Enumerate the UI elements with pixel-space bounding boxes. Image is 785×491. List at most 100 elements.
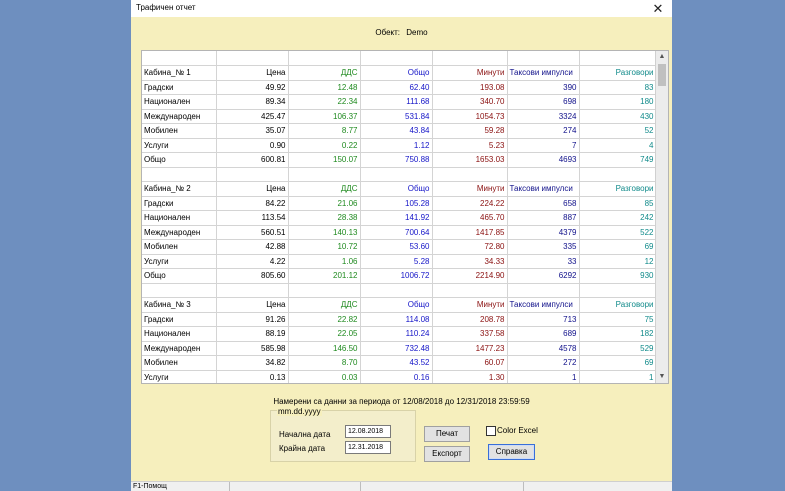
column-header: Общо — [360, 65, 433, 81]
column-header: Цена — [216, 181, 289, 197]
value-cell: 4 — [579, 138, 656, 153]
blank-row — [142, 283, 656, 298]
table-row[interactable]: Национален 113.54 28.38 141.92 465.70 887 242 — [142, 210, 656, 226]
help-report-button[interactable]: Справка — [488, 444, 535, 460]
row-label: Международен — [142, 109, 217, 124]
value-cell: 110.24 — [360, 326, 433, 342]
scroll-thumb[interactable] — [658, 64, 666, 86]
value-cell: 193.08 — [432, 80, 508, 95]
value-cell: 28.38 — [288, 210, 361, 226]
start-date-input[interactable]: 12.08.2018 — [345, 425, 391, 438]
value-cell: 689 — [507, 326, 580, 342]
column-header: ДДС — [288, 297, 361, 313]
title-bar: Трафичен отчет ✕ — [131, 0, 672, 17]
value-cell: 0.90 — [216, 138, 289, 153]
scroll-up-arrow-icon[interactable]: ▲ — [656, 51, 668, 63]
value-cell: 88.19 — [216, 326, 289, 342]
booth-header-row: Кабина_№ 2 Цена ДДС Общо Минути Таксови импул… — [142, 181, 656, 197]
table-row[interactable]: Градски 49.92 12.48 62.40 193.08 390 83 — [142, 80, 656, 95]
empty-cell — [142, 167, 217, 182]
report-grid[interactable]: Кабина_№ 1 Цена ДДС Общо Минути Таксови импул… — [141, 50, 669, 384]
status-divider — [523, 482, 524, 491]
row-label: Услуги — [142, 254, 217, 269]
row-label: Услуги — [142, 138, 217, 153]
table-row[interactable]: Международен 425.47 106.37 531.84 1054.73 332… — [142, 109, 656, 124]
value-cell: 658 — [507, 196, 580, 211]
table-row[interactable]: Услуги 0.13 0.03 0.16 1.30 1 1 — [142, 370, 656, 383]
value-cell: 10.72 — [288, 239, 361, 255]
color-excel-checkbox[interactable] — [486, 426, 496, 436]
value-cell: 700.64 — [360, 225, 433, 240]
empty-cell — [142, 283, 217, 298]
value-cell: 69 — [579, 239, 656, 255]
print-button[interactable]: Печат — [424, 426, 470, 442]
row-label: Международен — [142, 341, 217, 356]
row-label: Мобилен — [142, 123, 217, 139]
status-bar: F1-Помощ — [131, 481, 672, 491]
close-icon[interactable]: ✕ — [650, 0, 666, 17]
table-row[interactable]: Общо 805.60 201.12 1006.72 2214.90 6292 930 — [142, 268, 656, 284]
empty-cell — [507, 51, 580, 66]
table-row[interactable]: Мобилен 35.07 8.77 43.84 59.28 274 52 — [142, 123, 656, 139]
date-format-title: mm.dd.yyyy — [277, 407, 322, 416]
row-label: Общо — [142, 268, 217, 284]
value-cell: 150.07 — [288, 152, 361, 168]
table-row[interactable]: Национален 89.34 22.34 111.68 340.70 698 180 — [142, 94, 656, 110]
value-cell: 21.06 — [288, 196, 361, 211]
value-cell: 1477.23 — [432, 341, 508, 356]
table-row[interactable]: Общо 600.81 150.07 750.88 1653.03 4693 749 — [142, 152, 656, 168]
value-cell: 0.13 — [216, 370, 289, 383]
table-row[interactable]: Национален 88.19 22.05 110.24 337.58 689 182 — [142, 326, 656, 342]
value-cell: 114.08 — [360, 312, 433, 327]
empty-cell — [288, 167, 361, 182]
table-row[interactable]: Международен 585.98 146.50 732.48 1477.23 457… — [142, 341, 656, 356]
value-cell: 208.78 — [432, 312, 508, 327]
empty-cell — [507, 167, 580, 182]
value-cell: 2214.90 — [432, 268, 508, 284]
value-cell: 1006.72 — [360, 268, 433, 284]
table-row[interactable]: Мобилен 34.82 8.70 43.52 60.07 272 69 — [142, 355, 656, 371]
value-cell: 529 — [579, 341, 656, 356]
value-cell: 340.70 — [432, 94, 508, 110]
value-cell: 1 — [507, 370, 580, 383]
column-header: ДДС — [288, 181, 361, 197]
value-cell: 5.23 — [432, 138, 508, 153]
value-cell: 425.47 — [216, 109, 289, 124]
value-cell: 43.84 — [360, 123, 433, 139]
export-button[interactable]: Експорт — [424, 446, 470, 462]
vertical-scrollbar[interactable]: ▲ ▼ — [655, 51, 668, 383]
table-row[interactable]: Градски 91.26 22.82 114.08 208.78 713 75 — [142, 312, 656, 327]
status-divider — [229, 482, 230, 491]
value-cell: 91.26 — [216, 312, 289, 327]
value-cell: 146.50 — [288, 341, 361, 356]
empty-cell — [360, 167, 433, 182]
value-cell: 22.82 — [288, 312, 361, 327]
scroll-down-arrow-icon[interactable]: ▼ — [656, 371, 668, 383]
value-cell: 1.30 — [432, 370, 508, 383]
column-header: Минути — [432, 65, 508, 81]
value-cell: 1.12 — [360, 138, 433, 153]
table-row[interactable]: Международен 560.51 140.13 700.64 1417.85 437… — [142, 225, 656, 240]
empty-cell — [507, 283, 580, 298]
value-cell: 180 — [579, 94, 656, 110]
column-header: Таксови импулси — [507, 65, 580, 81]
value-cell: 224.22 — [432, 196, 508, 211]
empty-cell — [360, 283, 433, 298]
value-cell: 33 — [507, 254, 580, 269]
value-cell: 337.58 — [432, 326, 508, 342]
period-line: Намерени са данни за периода от 12/08/20… — [131, 397, 672, 406]
column-header: Разговори — [579, 65, 656, 81]
value-cell: 274 — [507, 123, 580, 139]
end-date-input[interactable]: 12.31.2018 — [345, 441, 391, 454]
table-row[interactable]: Мобилен 42.88 10.72 53.60 72.80 335 69 — [142, 239, 656, 255]
value-cell: 106.37 — [288, 109, 361, 124]
column-header: Минути — [432, 181, 508, 197]
value-cell: 5.28 — [360, 254, 433, 269]
table-row[interactable]: Услуги 4.22 1.06 5.28 34.33 33 12 — [142, 254, 656, 269]
value-cell: 52 — [579, 123, 656, 139]
table-row[interactable]: Градски 84.22 21.06 105.28 224.22 658 85 — [142, 196, 656, 211]
column-header: Общо — [360, 297, 433, 313]
value-cell: 732.48 — [360, 341, 433, 356]
table-row[interactable]: Услуги 0.90 0.22 1.12 5.23 7 4 — [142, 138, 656, 153]
empty-cell — [288, 51, 361, 66]
